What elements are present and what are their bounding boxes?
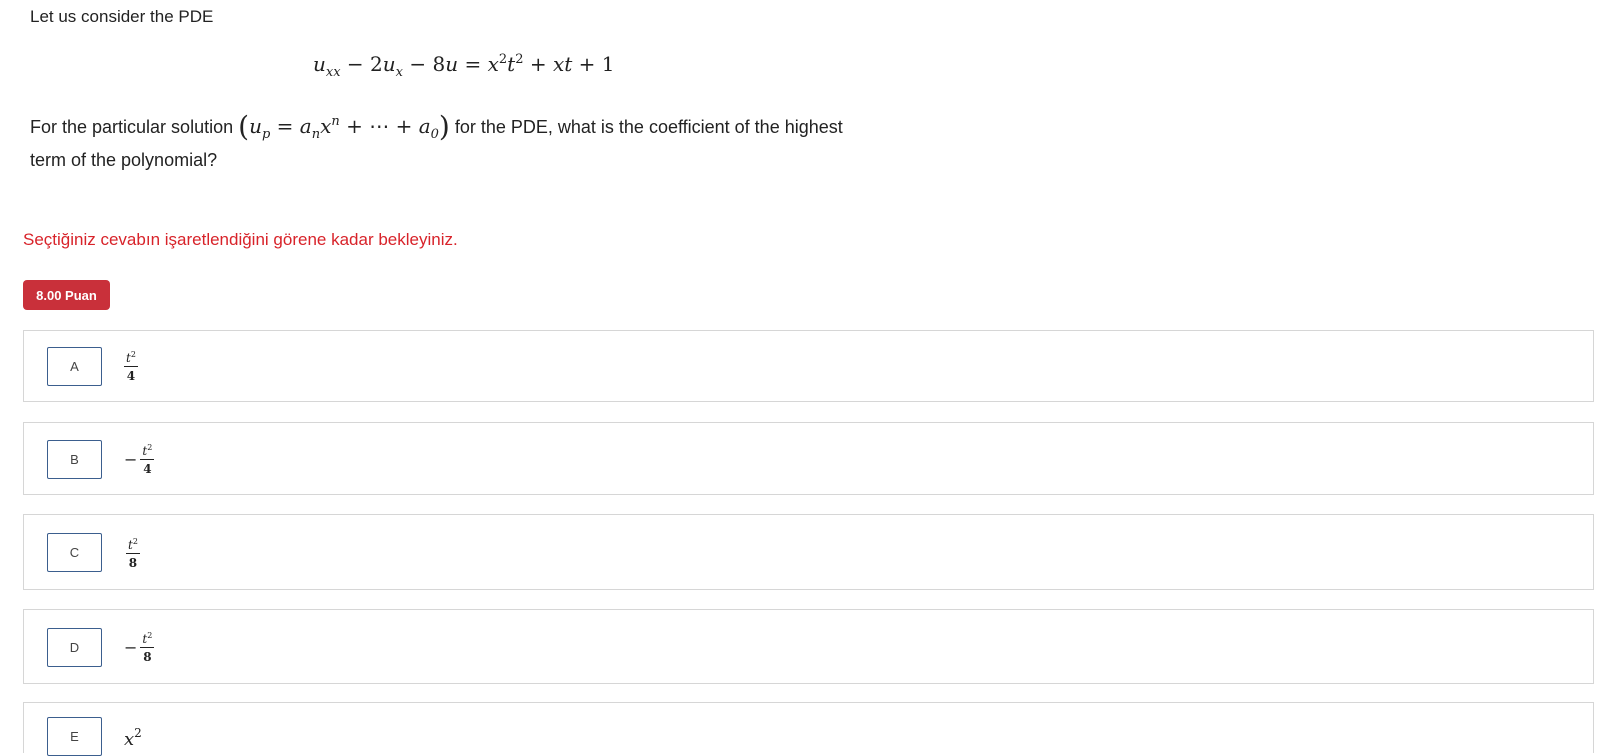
answer-option-e[interactable]: E x2	[23, 702, 1594, 756]
option-e-expression: x2	[124, 726, 142, 750]
option-letter-c[interactable]: C	[47, 533, 102, 572]
pde-equation: uxx − 2ux − 8u = x2t2 + xt + 1	[313, 52, 615, 80]
minus-sign: −	[124, 637, 138, 657]
option-letter-d[interactable]: D	[47, 628, 102, 667]
question-line-1: For the particular solution (up = anxn +…	[30, 110, 843, 147]
answer-option-d[interactable]: D − t2 8	[23, 609, 1594, 684]
wait-warning: Seçtiğiniz cevabın işaretlendiğini gören…	[23, 230, 458, 249]
minus-sign: −	[124, 449, 138, 469]
fraction: t2 4	[140, 442, 155, 476]
particular-solution-formula: (up = anxn + ⋯ + a0)	[238, 110, 450, 143]
answer-option-b[interactable]: B − t2 4	[23, 422, 1594, 495]
question-line-2: term of the polynomial?	[30, 150, 218, 170]
option-b-answer: − t2 4	[124, 438, 155, 480]
option-letter-a[interactable]: A	[47, 347, 102, 386]
question-intro: Let us consider the PDE	[30, 7, 214, 26]
question-line1-after: for the PDE, what is the coefficient of …	[454, 117, 843, 137]
question-line1-before: For the particular solution	[30, 117, 234, 137]
fraction: t2 4	[124, 349, 138, 383]
option-c-answer: t2 8	[126, 532, 140, 574]
option-letter-e[interactable]: E	[47, 717, 102, 756]
option-d-answer: − t2 8	[124, 626, 155, 668]
answer-option-a[interactable]: A t2 4	[23, 330, 1594, 402]
points-badge: 8.00 Puan	[23, 280, 110, 310]
answer-option-c[interactable]: C t2 8	[23, 514, 1594, 590]
option-letter-b[interactable]: B	[47, 440, 102, 479]
option-e-answer: x2	[124, 723, 142, 753]
fraction: t2 8	[126, 536, 140, 570]
option-a-answer: t2 4	[124, 345, 138, 387]
fraction: t2 8	[140, 630, 155, 664]
